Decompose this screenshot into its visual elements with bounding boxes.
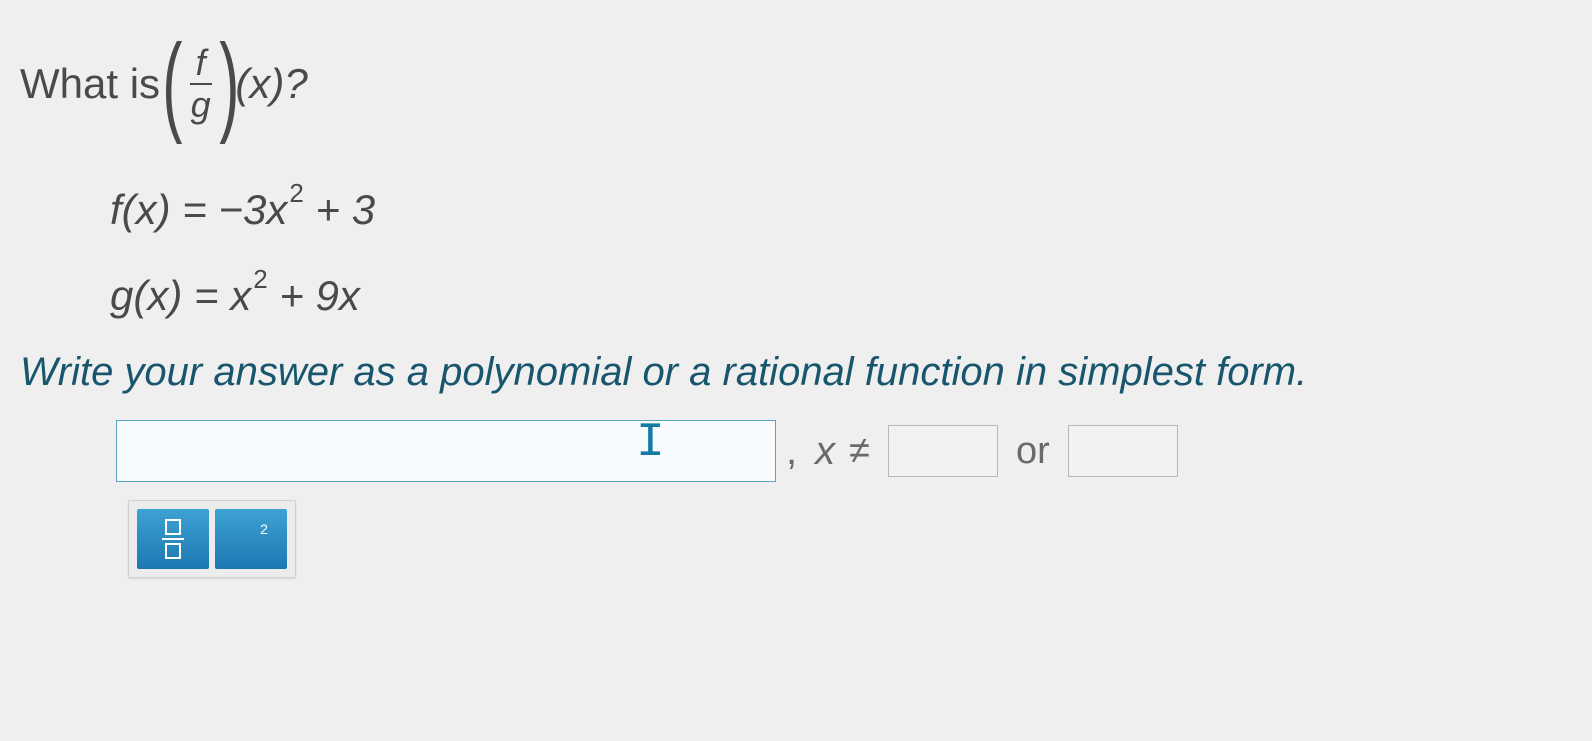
question-prefix: What is bbox=[20, 60, 160, 108]
f-expr-tail: + 3 bbox=[304, 186, 375, 233]
f-of-x: f(x) = −3x2 + 3 bbox=[110, 178, 1572, 234]
comma: , bbox=[786, 429, 797, 474]
not-equal-icon: ≠ bbox=[849, 430, 870, 473]
f-expr-head: f(x) = −3x bbox=[110, 186, 287, 233]
answer-row: I , x ≠ or bbox=[116, 420, 1572, 482]
fraction-button[interactable] bbox=[137, 509, 209, 569]
main-input-wrap: I bbox=[116, 420, 776, 482]
fraction-denominator: g bbox=[185, 85, 217, 125]
fraction-icon bbox=[162, 519, 184, 559]
left-paren: ( bbox=[162, 40, 182, 128]
or-label: or bbox=[1016, 430, 1050, 473]
g-expr-head: g(x) = x bbox=[110, 272, 251, 319]
instruction-text: Write your answer as a polynomial or a r… bbox=[20, 350, 1572, 395]
question-line: What is ( f g ) (x)? bbox=[20, 40, 1572, 128]
g-exponent: 2 bbox=[253, 264, 267, 294]
exponent-label: 2 bbox=[260, 521, 268, 537]
fraction-numerator: f bbox=[190, 43, 212, 85]
exclude-value-1-input[interactable] bbox=[888, 425, 998, 477]
f-exponent: 2 bbox=[289, 178, 303, 208]
g-expr-tail: + 9x bbox=[268, 272, 360, 319]
x-variable: x bbox=[815, 429, 835, 474]
exponent-button[interactable]: 2 bbox=[215, 509, 287, 569]
answer-input[interactable] bbox=[116, 420, 776, 482]
fg-fraction: f g bbox=[185, 43, 217, 124]
right-paren: ) bbox=[219, 40, 239, 128]
math-toolbar: 2 bbox=[128, 500, 296, 578]
exclude-value-2-input[interactable] bbox=[1068, 425, 1178, 477]
question-suffix: (x)? bbox=[235, 60, 307, 108]
g-of-x: g(x) = x2 + 9x bbox=[110, 264, 1572, 320]
